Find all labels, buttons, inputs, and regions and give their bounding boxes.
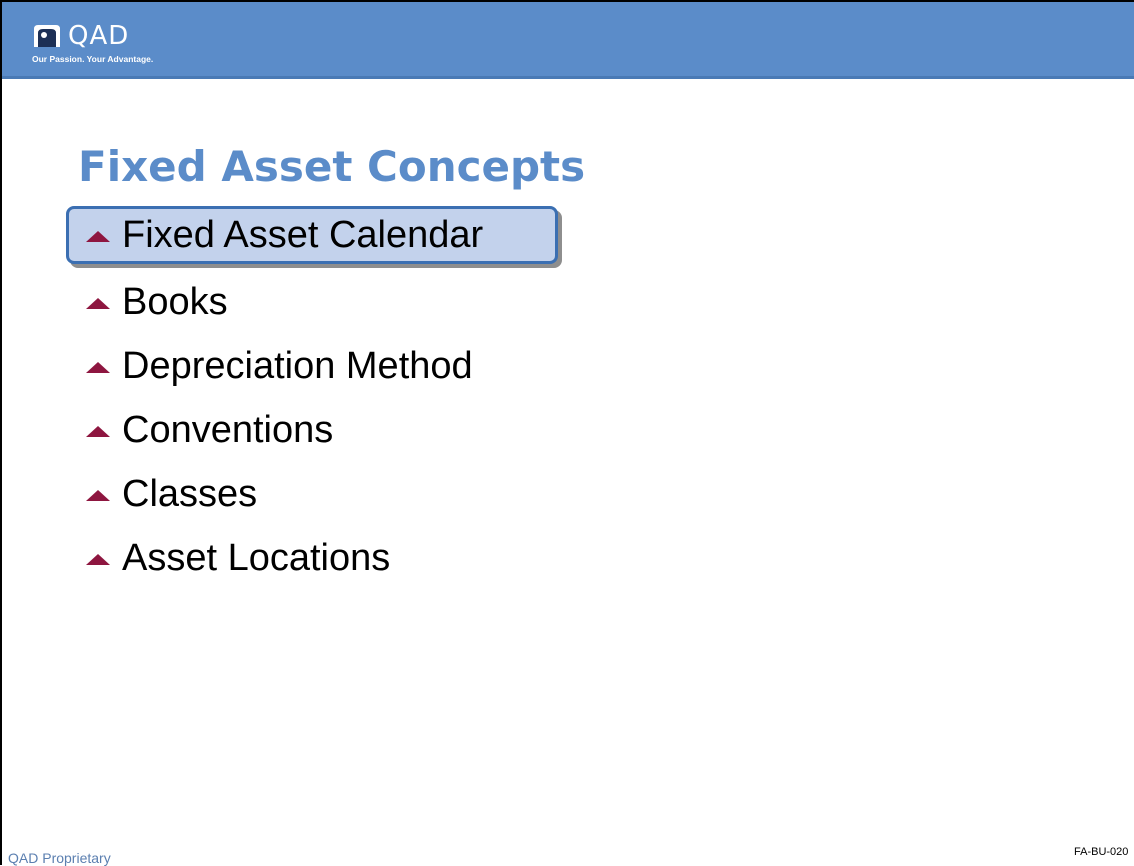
triangle-up-icon bbox=[86, 230, 110, 242]
bullet-label: Fixed Asset Calendar bbox=[122, 214, 484, 256]
bullet-item-depreciation-method: Depreciation Method bbox=[66, 334, 558, 398]
bullet-item-fixed-asset-calendar[interactable]: Fixed Asset Calendar bbox=[66, 206, 558, 264]
bullet-label: Conventions bbox=[122, 409, 334, 451]
logo-tagline: Our Passion. Your Advantage. bbox=[32, 54, 154, 64]
triangle-up-icon bbox=[86, 489, 110, 501]
triangle-up-icon bbox=[86, 425, 110, 437]
bullet-list: Fixed Asset Calendar Books Depreciation … bbox=[66, 206, 558, 590]
footer-slide-code: FA-BU-020 bbox=[1074, 846, 1129, 858]
bullet-label: Depreciation Method bbox=[122, 345, 473, 387]
slide-title: Fixed Asset Concepts bbox=[78, 142, 586, 191]
bullet-item-classes: Classes bbox=[66, 462, 558, 526]
triangle-up-icon bbox=[86, 553, 110, 565]
logo-row: QAD bbox=[32, 22, 153, 50]
bullet-label: Books bbox=[122, 281, 228, 323]
bullet-label: Asset Locations bbox=[122, 537, 391, 579]
bullet-item-conventions: Conventions bbox=[66, 398, 558, 462]
qad-logo: QAD Our Passion. Your Advantage. bbox=[32, 22, 153, 64]
logo-wordmark: QAD bbox=[68, 21, 130, 51]
triangle-up-icon bbox=[86, 297, 110, 309]
bullet-item-books: Books bbox=[66, 270, 558, 334]
qad-logo-mark-icon bbox=[34, 25, 60, 47]
bullet-item-asset-locations: Asset Locations bbox=[66, 526, 558, 590]
bullet-label: Classes bbox=[122, 473, 258, 515]
footer-proprietary-label: QAD Proprietary bbox=[8, 850, 111, 866]
triangle-up-icon bbox=[86, 361, 110, 373]
header-bar: QAD Our Passion. Your Advantage. bbox=[2, 2, 1134, 79]
slide: QAD Our Passion. Your Advantage. Fixed A… bbox=[0, 0, 1134, 866]
